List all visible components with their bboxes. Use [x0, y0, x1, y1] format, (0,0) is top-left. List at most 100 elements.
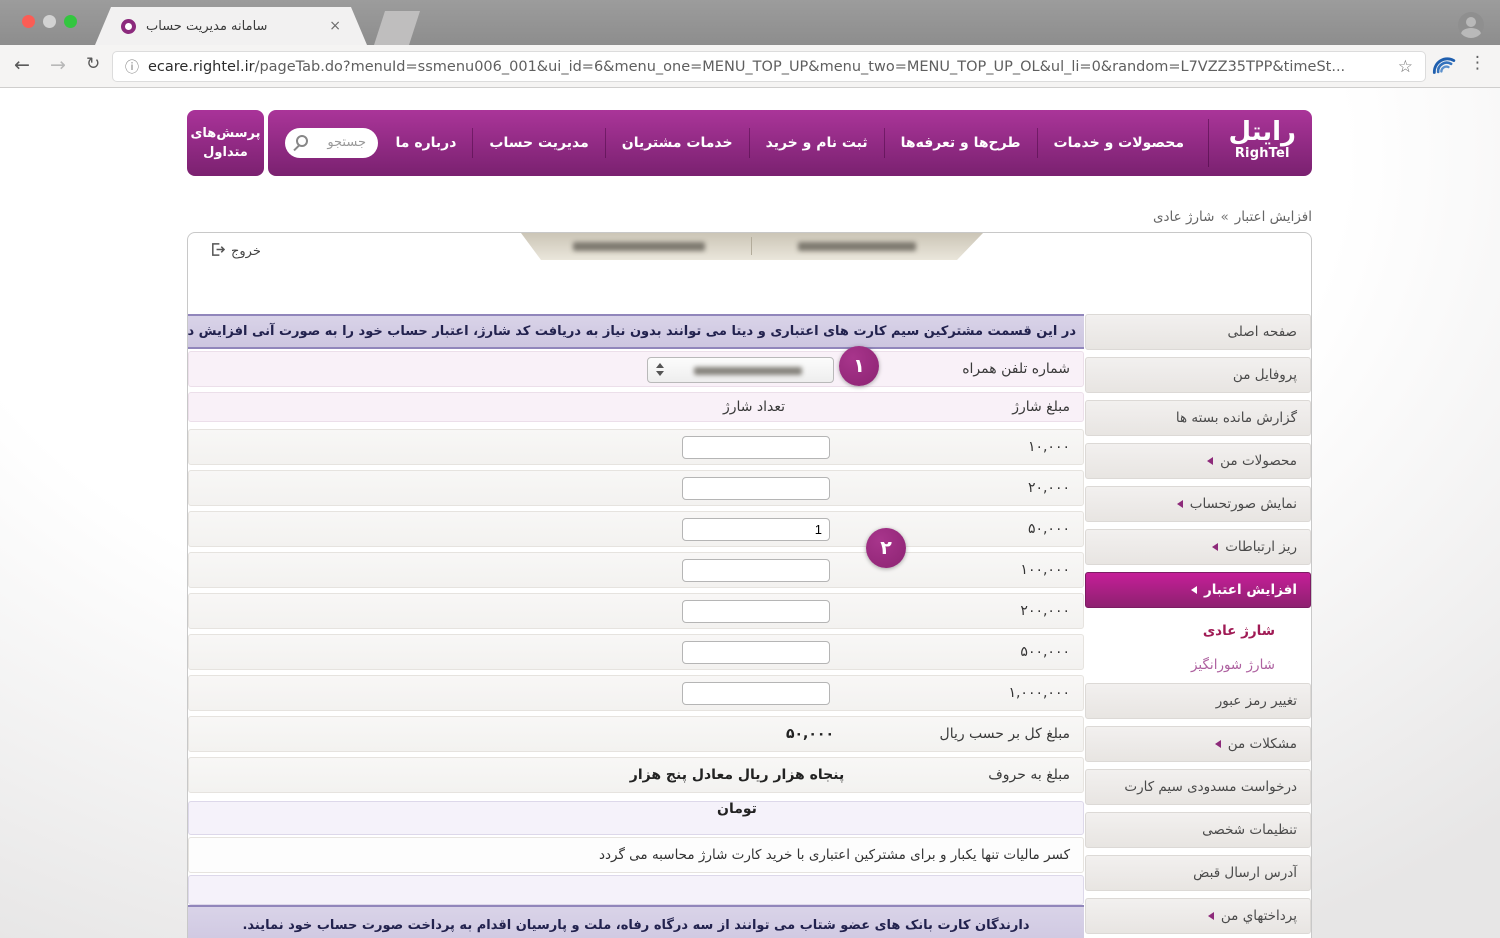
faq-button[interactable]: پرسش‌های متداول	[187, 110, 264, 176]
amount-in-words-row: مبلغ به حروف پنجاه هزار ریال معادل پنج ه…	[188, 757, 1084, 793]
tax-note: کسر مالیات تنها یکبار و برای مشترکین اعت…	[188, 837, 1084, 873]
sidebar-item[interactable]: پروفایل من	[1085, 357, 1311, 393]
page: پرسش‌های متداول رایتل RighTel محصولات و …	[0, 88, 1500, 938]
chevron-left-icon	[1207, 457, 1213, 465]
spacer-row	[188, 875, 1084, 905]
sidebar-item[interactable]: آدرس ارسال قبض	[1085, 855, 1311, 891]
tab-close-icon[interactable]: ×	[329, 18, 341, 34]
logout-icon	[210, 242, 225, 261]
content-box: خروج صفحه اصلی پروفایل من گزارش مانده بسته…	[187, 232, 1312, 938]
phone-number-select[interactable]	[647, 357, 834, 383]
charge-count-input[interactable]	[682, 559, 830, 582]
logo-english: RighTel	[1229, 147, 1296, 161]
sidebar-item-label: گزارش مانده بسته ها	[1176, 410, 1297, 426]
charge-count-input[interactable]	[682, 600, 830, 623]
sidebar-item[interactable]: تغییر رمز عبور	[1085, 683, 1311, 719]
charge-amount: ۵۰,۰۰۰	[189, 512, 1083, 546]
sidebar-subitem[interactable]: شارژ شورانگیز	[1085, 649, 1311, 681]
page-info-icon[interactable]: ⓘ	[125, 57, 139, 77]
tab-title: سامانه مدیریت حساب	[146, 19, 267, 34]
browser-tab[interactable]: سامانه مدیریت حساب ×	[95, 7, 367, 45]
sidebar-item[interactable]: محصولات من	[1085, 443, 1311, 479]
sidebar-item-label: تنظیمات شخصی	[1202, 822, 1297, 838]
sidebar-subitem[interactable]: شارژ عادی	[1085, 615, 1311, 647]
amount-in-words-value: پنجاه هزار ریال معادل پنج هزار تومان	[617, 758, 857, 826]
main-navbar: رایتل RighTel محصولات و خدماتطرح‌ها و تع…	[268, 110, 1312, 176]
sidebar-item[interactable]: افزایش اعتبار	[1085, 572, 1311, 608]
nav-divider	[1208, 119, 1209, 167]
search-placeholder: جستجو	[327, 128, 366, 158]
nav-item[interactable]: محصولات و خدمات	[1038, 128, 1200, 158]
charge-rows: ۱۰,۰۰۰۲۰,۰۰۰۵۰,۰۰۰۱۰۰,۰۰۰۲۰۰,۰۰۰۵۰۰,۰۰۰۱…	[188, 429, 1084, 711]
charge-count-input[interactable]	[682, 436, 830, 459]
zoom-window-button[interactable]	[64, 15, 77, 28]
redacted-phone-number	[694, 367, 802, 375]
sidebar-item-label: نمایش صورتحساب	[1190, 496, 1297, 512]
sidebar-item-label: درخواست مسدودی سیم کارت	[1124, 779, 1297, 795]
count-column-header: تعداد شارژ	[659, 393, 849, 421]
sidebar-item[interactable]: مشکلات من	[1085, 726, 1311, 762]
rightel-logo[interactable]: رایتل RighTel	[1229, 117, 1296, 161]
sidebar-item[interactable]: پرداختهاي من	[1085, 898, 1311, 934]
sidebar-item-label: پروفایل من	[1233, 367, 1297, 383]
tab-strip: سامانه مدیریت حساب ×	[0, 0, 1500, 45]
browser-chrome: سامانه مدیریت حساب × ← → ↻ ⓘ ecare.right…	[0, 0, 1500, 88]
phone-number-row: شماره تلفن همراه	[188, 351, 1084, 387]
select-stepper-icon	[656, 363, 664, 376]
minimize-window-button[interactable]	[43, 15, 56, 28]
sidebar-item-label: افزایش اعتبار	[1204, 582, 1297, 598]
bookmark-star-icon[interactable]: ☆	[1398, 57, 1413, 77]
chevron-left-icon	[1215, 740, 1221, 748]
sidebar-item[interactable]: تنظیمات شخصی	[1085, 812, 1311, 848]
redacted-account-name	[573, 242, 705, 251]
sidebar-item-label: آدرس ارسال قبض	[1193, 865, 1297, 881]
charge-amount: ۲۰۰,۰۰۰	[189, 594, 1083, 628]
reload-button[interactable]: ↻	[86, 54, 100, 74]
charge-row: ۱,۰۰۰,۰۰۰	[188, 675, 1084, 711]
window-controls	[22, 15, 77, 28]
close-window-button[interactable]	[22, 15, 35, 28]
extension-icon[interactable]	[1430, 53, 1456, 83]
sidebar-item-label: پرداختهاي من	[1221, 908, 1297, 924]
redacted-account-number	[798, 242, 916, 251]
nav-item[interactable]: مدیریت حساب	[473, 128, 605, 158]
account-tab-divider	[751, 237, 752, 255]
charge-amount: ۵۰۰,۰۰۰	[189, 635, 1083, 669]
charge-count-input[interactable]	[682, 641, 830, 664]
account-info-tab	[521, 233, 983, 260]
forward-button[interactable]: →	[50, 54, 66, 76]
charge-count-input[interactable]	[682, 682, 830, 705]
breadcrumb-parent[interactable]: افزایش اعتبار	[1235, 209, 1312, 225]
nav-item[interactable]: ثبت نام و خرید	[750, 128, 885, 158]
charge-row: ۲۰,۰۰۰	[188, 470, 1084, 506]
topup-form: در این قسمت مشترکین سیم کارت های اعتباری…	[188, 314, 1084, 938]
logout-button[interactable]: خروج	[210, 242, 261, 261]
chevron-left-icon	[1177, 500, 1183, 508]
charge-row: ۱۰,۰۰۰	[188, 429, 1084, 465]
charge-row: ۵۰۰,۰۰۰	[188, 634, 1084, 670]
sidebar-item[interactable]: ریز ارتباطات	[1085, 529, 1311, 565]
address-bar[interactable]: ⓘ ecare.rightel.ir/pageTab.do?menuId=ssm…	[112, 51, 1426, 82]
table-header-row: مبلغ شارژ تعداد شارژ	[188, 392, 1084, 422]
sidebar-item-label: ریز ارتباطات	[1225, 539, 1297, 555]
step-2-badge: ۲	[866, 528, 906, 568]
browser-menu-icon[interactable]: ⋮	[1469, 53, 1486, 73]
sidebar-item[interactable]: صفحه اصلی	[1085, 314, 1311, 350]
back-button[interactable]: ←	[14, 54, 30, 76]
search-input[interactable]: جستجو	[285, 128, 378, 158]
browser-profile-avatar[interactable]	[1458, 12, 1484, 38]
new-tab-button[interactable]	[374, 11, 420, 45]
charge-count-input[interactable]	[682, 477, 830, 500]
sidebar-item[interactable]: گزارش مانده بسته ها	[1085, 400, 1311, 436]
charge-amount: ۱۰,۰۰۰	[189, 430, 1083, 464]
nav-item[interactable]: طرح‌ها و تعرفه‌ها	[885, 128, 1038, 158]
nav-item[interactable]: خدمات مشتریان	[606, 128, 750, 158]
total-label: مبلغ کل بر حسب ریال	[189, 717, 1083, 751]
step-1-badge: ۱	[839, 346, 879, 386]
sidebar-item[interactable]: نمایش صورتحساب	[1085, 486, 1311, 522]
charge-count-input[interactable]	[682, 518, 830, 541]
sidebar-item-label: تغییر رمز عبور	[1216, 693, 1297, 709]
nav-item[interactable]: درباره ما	[380, 128, 474, 158]
sidebar-item[interactable]: درخواست مسدودی سیم کارت	[1085, 769, 1311, 805]
search-icon	[293, 135, 309, 151]
